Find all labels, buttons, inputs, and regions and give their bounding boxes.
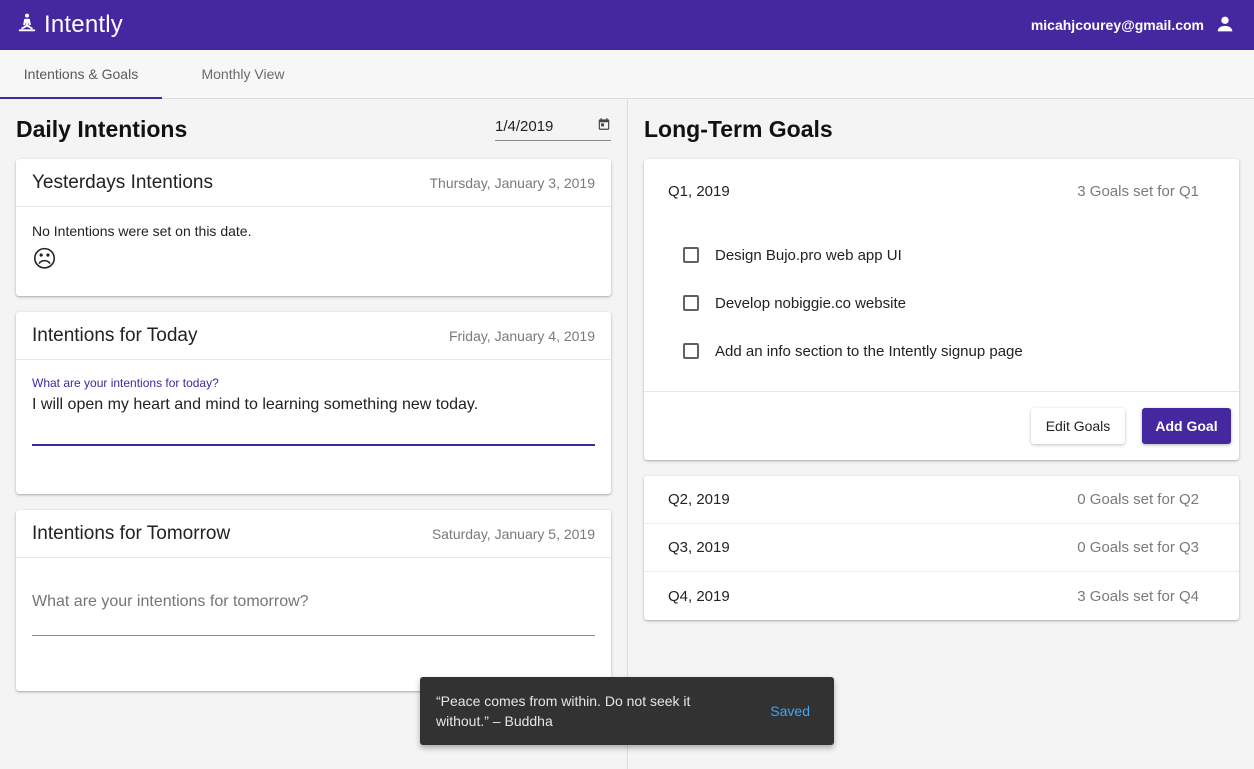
column-divider: [627, 99, 628, 769]
yesterday-card-header: Yesterdays Intentions Thursday, January …: [16, 159, 611, 207]
today-intention-input[interactable]: I will open my heart and mind to learnin…: [32, 396, 595, 444]
quarter-label: Q2, 2019: [668, 491, 730, 508]
add-goal-button[interactable]: Add Goal: [1142, 408, 1231, 444]
goal-checkbox[interactable]: [683, 295, 699, 311]
yesterday-title: Yesterdays Intentions: [32, 171, 213, 193]
edit-goals-button[interactable]: Edit Goals: [1031, 408, 1125, 444]
q1-label: Q1, 2019: [668, 182, 730, 200]
tab-bar: Intentions & Goals Monthly View: [0, 50, 1254, 99]
quarter-row[interactable]: Q2, 2019 0 Goals set for Q2: [644, 476, 1239, 524]
meditation-icon: [16, 12, 38, 39]
quarter-count: 0 Goals set for Q3: [1077, 539, 1199, 556]
goal-item[interactable]: Add an info section to the Intently sign…: [644, 327, 1239, 375]
quarters-list: Q2, 2019 0 Goals set for Q2 Q3, 2019 0 G…: [644, 476, 1239, 620]
today-intention-field[interactable]: What are your intentions for today? I wi…: [16, 360, 611, 446]
long-term-goals-heading: Long-Term Goals: [644, 116, 833, 142]
tab-intentions-goals[interactable]: Intentions & Goals: [0, 50, 162, 99]
today-field-label: What are your intentions for today?: [32, 376, 219, 390]
snackbar-message: “Peace comes from within. Do not seek it…: [436, 693, 691, 729]
date-picker[interactable]: 1/4/2019: [495, 112, 611, 141]
quarter-label: Q4, 2019: [668, 587, 730, 605]
tomorrow-date: Saturday, January 5, 2019: [431, 525, 595, 542]
sad-face-icon: ☹: [32, 246, 58, 273]
tomorrow-card-header: Intentions for Tomorrow Saturday, Januar…: [16, 510, 611, 558]
tomorrow-field-underline: [32, 635, 595, 636]
person-icon[interactable]: [1214, 13, 1236, 38]
account-menu[interactable]: micahjcourey@gmail.com: [1031, 13, 1236, 38]
q1-goal-list: Design Bujo.pro web app UI Develop nobig…: [644, 223, 1239, 375]
account-email: micahjcourey@gmail.com: [1030, 17, 1204, 33]
q1-count: 3 Goals set for Q1: [1077, 182, 1199, 200]
date-value: 1/4/2019: [495, 117, 554, 135]
daily-intentions-heading: Daily Intentions: [16, 116, 188, 142]
goal-item[interactable]: Design Bujo.pro web app UI: [644, 231, 1239, 279]
snackbar: “Peace comes from within. Do not seek it…: [420, 677, 834, 745]
quarter-count: 0 Goals set for Q2: [1077, 491, 1199, 508]
yesterday-card: Yesterdays Intentions Thursday, January …: [16, 159, 611, 296]
tomorrow-card: Intentions for Tomorrow Saturday, Januar…: [16, 510, 611, 691]
snackbar-action-button[interactable]: Saved: [770, 703, 810, 719]
today-title: Intentions for Today: [32, 324, 198, 346]
tomorrow-intention-field[interactable]: What are your intentions for tomorrow?: [16, 558, 611, 636]
q1-card: Q1, 2019 3 Goals set for Q1 Design Bujo.…: [644, 159, 1239, 460]
empty-intentions-text: No Intentions were set on this date.: [32, 223, 252, 239]
today-card: Intentions for Today Friday, January 4, …: [16, 312, 611, 494]
goal-text: Add an info section to the Intently sign…: [715, 342, 1023, 360]
quarter-count: 3 Goals set for Q4: [1077, 587, 1199, 605]
yesterday-date: Thursday, January 3, 2019: [429, 174, 595, 191]
tomorrow-intention-input[interactable]: What are your intentions for tomorrow?: [32, 593, 595, 635]
app-title: Intently: [44, 11, 123, 38]
goal-item[interactable]: Develop nobiggie.co website: [644, 279, 1239, 327]
quarter-row[interactable]: Q4, 2019 3 Goals set for Q4: [644, 572, 1239, 620]
app-bar: Intently micahjcourey@gmail.com: [0, 0, 1254, 50]
goal-checkbox[interactable]: [683, 343, 699, 359]
today-date: Friday, January 4, 2019: [448, 327, 595, 344]
today-field-underline: [32, 444, 595, 446]
goal-text: Design Bujo.pro web app UI: [715, 246, 902, 264]
q1-header[interactable]: Q1, 2019 3 Goals set for Q1: [644, 159, 1239, 223]
goal-checkbox[interactable]: [683, 247, 699, 263]
tomorrow-title: Intentions for Tomorrow: [32, 522, 231, 544]
today-card-header: Intentions for Today Friday, January 4, …: [16, 312, 611, 360]
quarter-label: Q3, 2019: [668, 539, 730, 556]
quarter-row[interactable]: Q3, 2019 0 Goals set for Q3: [644, 524, 1239, 572]
brand[interactable]: Intently: [16, 11, 123, 39]
goal-text: Develop nobiggie.co website: [715, 294, 906, 312]
calendar-icon[interactable]: [597, 117, 611, 135]
tab-monthly-view[interactable]: Monthly View: [162, 50, 324, 98]
q1-actions-divider: [644, 391, 1239, 392]
